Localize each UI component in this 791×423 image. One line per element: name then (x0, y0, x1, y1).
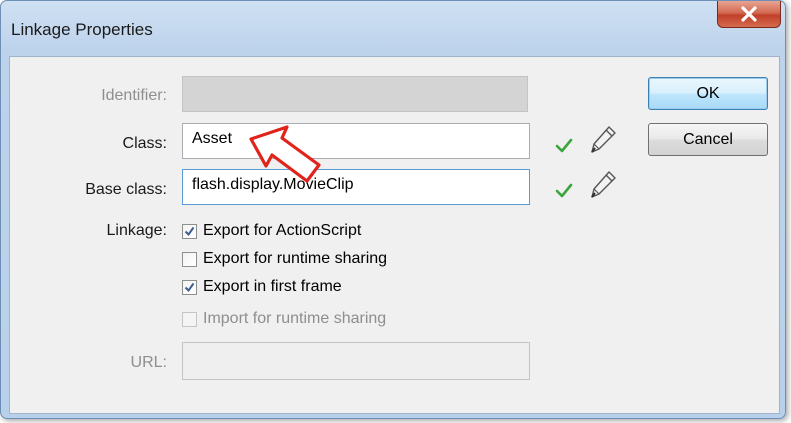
url-label: URL: (130, 354, 167, 371)
red-arrow-icon (249, 125, 321, 183)
dialog-title: Linkage Properties (11, 20, 153, 39)
dialog-content: Identifier: Class: Asset Base class: fla… (9, 56, 780, 414)
export-for-actionscript-option[interactable]: Export for ActionScript (182, 220, 361, 242)
ok-button[interactable]: OK (648, 77, 768, 110)
checkbox[interactable] (182, 279, 197, 295)
export-in-first-frame-option[interactable]: Export in first frame (182, 276, 342, 298)
check-icon[interactable] (555, 182, 573, 198)
checkbox-label: Export in first frame (203, 278, 342, 295)
checkbox-label: Export for runtime sharing (203, 250, 388, 267)
identifier-label: Identifier: (101, 87, 167, 104)
identifier-input (182, 76, 528, 112)
checkbox[interactable] (182, 223, 197, 239)
close-button[interactable] (717, 1, 781, 28)
url-input (182, 342, 530, 380)
close-icon (741, 6, 757, 22)
pencil-icon[interactable] (589, 170, 617, 200)
linkage-properties-dialog: Linkage Properties Identifier: Class: As… (0, 0, 786, 419)
cancel-button[interactable]: Cancel (648, 123, 768, 156)
checkbox-label: Import for runtime sharing (203, 310, 387, 327)
checkbox[interactable] (182, 251, 197, 267)
import-for-runtime-sharing-option: Import for runtime sharing (182, 308, 386, 330)
checkmark-icon (184, 226, 195, 236)
class-label: Class: (122, 135, 167, 152)
class-input[interactable]: Asset (182, 123, 530, 159)
linkage-label: Linkage: (106, 222, 168, 239)
pencil-icon[interactable] (589, 125, 617, 155)
checkmark-icon (184, 282, 195, 292)
base-class-input[interactable]: flash.display.MovieClip (182, 169, 530, 205)
checkbox-label: Export for ActionScript (203, 222, 362, 239)
base-class-label: Base class: (85, 181, 167, 198)
checkbox (182, 311, 197, 327)
check-icon[interactable] (555, 137, 573, 153)
export-for-runtime-sharing-option[interactable]: Export for runtime sharing (182, 248, 387, 270)
